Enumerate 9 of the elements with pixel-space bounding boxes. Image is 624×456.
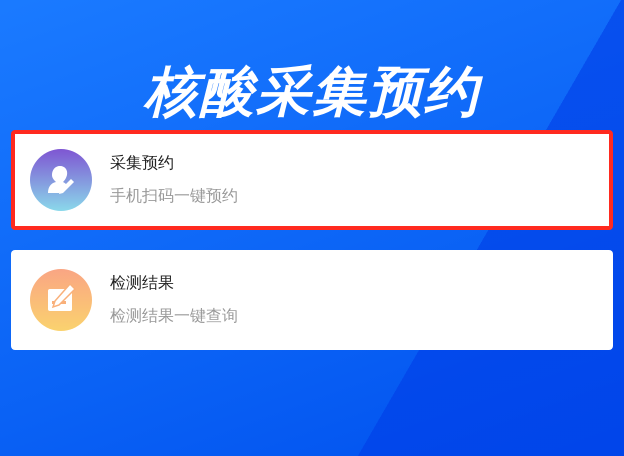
page-title: 核酸采集预约 xyxy=(11,62,613,122)
menu-card[interactable]: 采集预约 手机扫码一键预约 xyxy=(11,130,613,230)
card-title: 检测结果 xyxy=(110,273,175,294)
menu-card[interactable]: 检测结果 检测结果一键查询 xyxy=(11,250,613,350)
user-edit-icon xyxy=(30,149,92,211)
card-title: 采集预约 xyxy=(110,153,175,174)
card-subtitle: 手机扫码一键预约 xyxy=(110,186,238,207)
pen-document-icon xyxy=(30,269,92,331)
card-subtitle: 检测结果一键查询 xyxy=(110,306,238,327)
